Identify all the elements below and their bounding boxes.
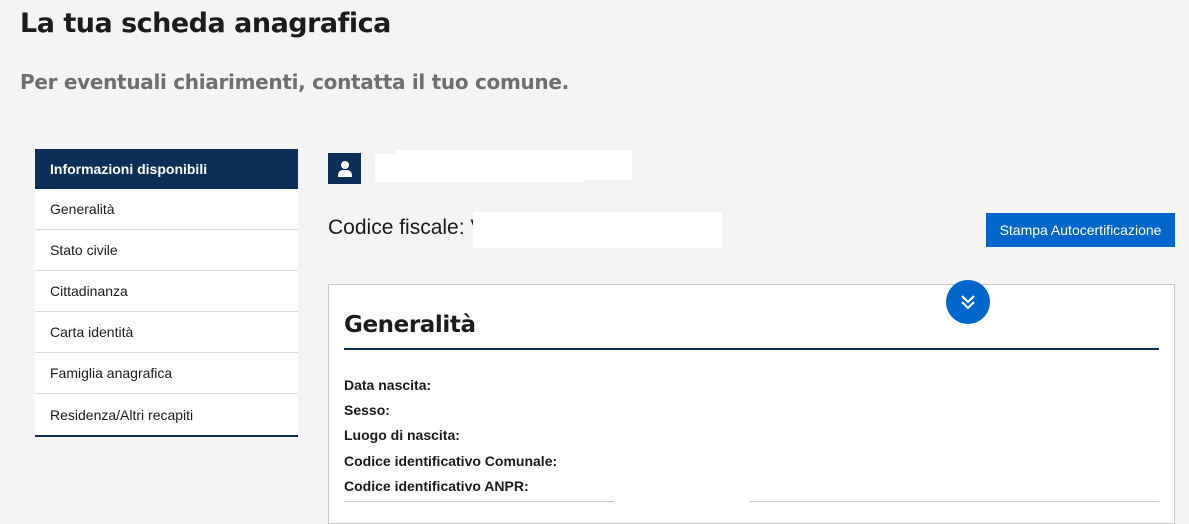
- sidebar-item-residenza[interactable]: Residenza/Altri recapiti: [35, 394, 298, 435]
- field-underline-right: [750, 501, 1159, 502]
- codice-fiscale: Codice fiscale: V: [328, 216, 485, 239]
- field-sesso: Sesso:: [344, 402, 390, 418]
- redacted-codice-fiscale: [473, 212, 722, 248]
- field-underline-left: [344, 501, 614, 502]
- field-codice-anpr: Codice identificativo ANPR:: [344, 478, 529, 494]
- sidebar-item-generalita[interactable]: Generalità: [35, 189, 298, 230]
- field-codice-comunale: Codice identificativo Comunale:: [344, 453, 558, 469]
- double-chevron-down-icon[interactable]: [946, 280, 990, 324]
- redacted-name-extra: [395, 150, 632, 180]
- stampa-autocertificazione-button[interactable]: Stampa Autocertificazione: [986, 213, 1175, 247]
- card-title: Generalità: [344, 312, 476, 338]
- sidebar-header: Informazioni disponibili: [35, 149, 298, 189]
- page-subtitle: Per eventuali chiarimenti, contatta il t…: [20, 70, 569, 94]
- user-icon: [328, 153, 361, 184]
- field-luogo-nascita: Luogo di nascita:: [344, 427, 460, 443]
- sidebar-nav: Informazioni disponibili Generalità Stat…: [35, 149, 298, 437]
- sidebar-item-carta-identita[interactable]: Carta identità: [35, 312, 298, 353]
- page-title: La tua scheda anagrafica: [20, 8, 391, 39]
- field-data-nascita: Data nascita:: [344, 377, 432, 393]
- sidebar-item-cittadinanza[interactable]: Cittadinanza: [35, 271, 298, 312]
- sidebar-item-famiglia-anagrafica[interactable]: Famiglia anagrafica: [35, 353, 298, 394]
- sidebar-item-stato-civile[interactable]: Stato civile: [35, 230, 298, 271]
- card-divider: [344, 348, 1159, 350]
